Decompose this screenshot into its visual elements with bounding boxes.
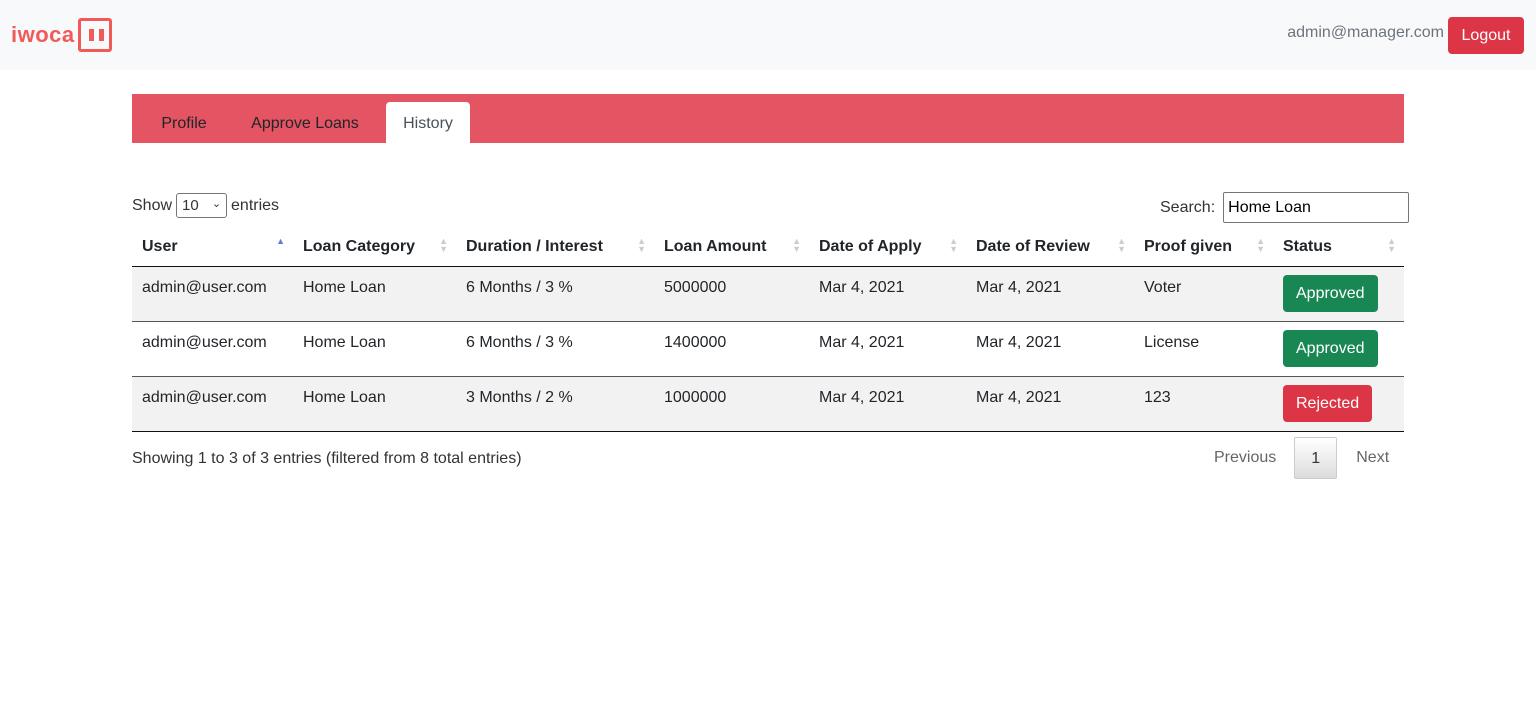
- cell-date-apply: Mar 4, 2021: [809, 266, 966, 321]
- logo-mark-icon: [77, 18, 112, 52]
- cell-date-review: Mar 4, 2021: [966, 320, 1134, 376]
- entries-label: entries: [231, 196, 280, 214]
- tab-bar: Profile Approve Loans History: [132, 94, 1404, 143]
- sort-icon: ▲ ▼: [949, 236, 958, 254]
- logo-text: iwoca: [11, 22, 75, 47]
- column-header-date-apply[interactable]: Date of Apply ▲ ▼: [809, 228, 966, 267]
- show-label: Show: [132, 196, 173, 214]
- column-header-proof[interactable]: Proof given ▲ ▼: [1134, 228, 1273, 267]
- cell-duration: 6 Months / 3 %: [456, 320, 654, 376]
- cell-status: Approved: [1273, 266, 1404, 321]
- cell-proof: Voter: [1134, 266, 1273, 321]
- page-1-button[interactable]: 1: [1294, 437, 1338, 479]
- cell-user: admin@user.com: [132, 320, 293, 376]
- sort-icon: ▲ ▼: [1117, 236, 1126, 254]
- logout-button[interactable]: Logout: [1448, 17, 1524, 54]
- next-button[interactable]: Next: [1337, 437, 1406, 479]
- user-email: admin@manager.com: [1287, 24, 1444, 41]
- cell-proof: License: [1134, 320, 1273, 376]
- search-box: Search:: [1160, 192, 1410, 223]
- table-row: admin@user.com Home Loan 6 Months / 3 % …: [132, 266, 1404, 321]
- cell-amount: 1400000: [654, 320, 809, 376]
- cell-amount: 5000000: [654, 266, 809, 321]
- cell-date-apply: Mar 4, 2021: [809, 320, 966, 376]
- tab-approve-loans[interactable]: Approve Loans: [238, 102, 372, 143]
- column-header-loan-category[interactable]: Loan Category ▲ ▼: [293, 228, 456, 267]
- tab-profile[interactable]: Profile: [146, 102, 222, 143]
- cell-status: Rejected: [1273, 375, 1404, 432]
- status-badge[interactable]: Approved: [1283, 329, 1378, 367]
- cell-date-apply: Mar 4, 2021: [809, 375, 966, 432]
- table-row: admin@user.com Home Loan 3 Months / 2 % …: [132, 375, 1404, 432]
- cell-amount: 1000000: [654, 375, 809, 432]
- cell-duration: 6 Months / 3 %: [456, 266, 654, 321]
- table-info: Showing 1 to 3 of 3 entries (filtered fr…: [132, 450, 522, 467]
- column-header-duration[interactable]: Duration / Interest ▲ ▼: [456, 228, 654, 267]
- brand-logo[interactable]: iwoca: [11, 18, 112, 52]
- cell-proof: 123: [1134, 375, 1273, 432]
- pagination: Previous 1 Next: [1200, 437, 1406, 479]
- show-entries: Show 10 ⌄ entries: [132, 193, 279, 218]
- cell-user: admin@user.com: [132, 266, 293, 321]
- search-input[interactable]: [1223, 192, 1410, 223]
- search-label: Search:: [1160, 198, 1216, 216]
- cell-date-review: Mar 4, 2021: [966, 375, 1134, 432]
- sort-icon: ▲ ▼: [1256, 236, 1265, 254]
- sort-icon: ▲ ▼: [637, 236, 646, 254]
- sort-icon: ▲ ▼: [1387, 236, 1396, 254]
- table-header-row: User ▲ Loan Category ▲ ▼ Duration / Interes…: [132, 228, 1404, 267]
- cell-duration: 3 Months / 2 %: [456, 375, 654, 432]
- cell-category: Home Loan: [293, 266, 456, 321]
- sort-icon: ▲: [276, 236, 285, 246]
- column-header-date-review[interactable]: Date of Review ▲ ▼: [966, 228, 1134, 267]
- status-badge[interactable]: Approved: [1283, 274, 1378, 312]
- status-badge[interactable]: Rejected: [1283, 384, 1373, 422]
- sort-icon: ▲ ▼: [439, 236, 448, 254]
- column-header-user[interactable]: User ▲: [132, 228, 293, 267]
- entries-select-value: 10: [182, 197, 199, 214]
- tab-history[interactable]: History: [386, 102, 470, 143]
- cell-status: Approved: [1273, 320, 1404, 376]
- loan-history-table: User ▲ Loan Category ▲ ▼ Duration / Interes…: [132, 228, 1404, 432]
- cell-user: admin@user.com: [132, 375, 293, 432]
- cell-category: Home Loan: [293, 375, 456, 432]
- column-header-status[interactable]: Status ▲ ▼: [1273, 228, 1404, 267]
- cell-category: Home Loan: [293, 320, 456, 376]
- previous-button[interactable]: Previous: [1200, 437, 1294, 479]
- cell-date-review: Mar 4, 2021: [966, 266, 1134, 321]
- table-row: admin@user.com Home Loan 6 Months / 3 % …: [132, 320, 1404, 376]
- sort-icon: ▲ ▼: [792, 236, 801, 254]
- chevron-down-icon: ⌄: [211, 198, 222, 210]
- entries-select[interactable]: 10 ⌄: [176, 193, 228, 218]
- navbar: iwoca admin@manager.com Logout: [0, 0, 1536, 70]
- column-header-loan-amount[interactable]: Loan Amount ▲ ▼: [654, 228, 809, 267]
